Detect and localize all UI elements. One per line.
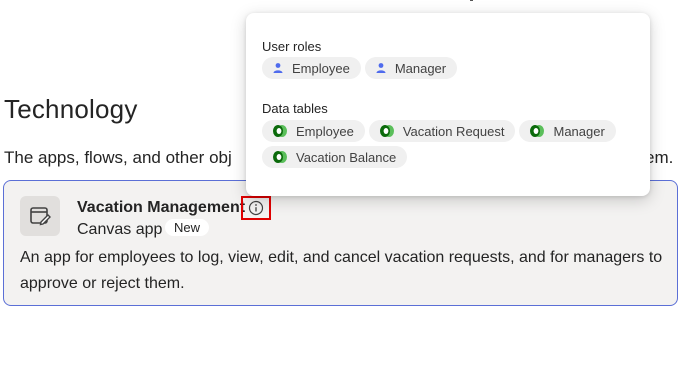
dataverse-icon	[273, 125, 287, 137]
app-card[interactable]: Vacation Management Canvas app New An ap…	[3, 180, 678, 306]
user-role-chip-employee[interactable]: Employee	[262, 57, 361, 79]
user-roles-heading: User roles	[262, 39, 322, 54]
person-icon	[376, 63, 386, 73]
dataverse-icon	[273, 151, 287, 163]
user-role-chip-manager[interactable]: Manager	[364, 57, 458, 79]
chip-label: Manager	[553, 123, 605, 139]
person-icon	[273, 63, 283, 73]
dataverse-icon	[379, 125, 394, 137]
dataverse-icon	[530, 125, 545, 137]
top-edge-mark	[470, 0, 473, 1]
section-title: Technology	[4, 94, 138, 124]
section-description-start: The apps, flows, and other obj	[4, 148, 232, 167]
app-name: Vacation Management	[77, 199, 246, 216]
chip-label: Vacation Request	[402, 123, 505, 139]
chip-label: Vacation Balance	[296, 149, 397, 165]
new-badge: New	[165, 219, 210, 236]
data-table-chip-vacation-request[interactable]: Vacation Request	[368, 120, 516, 142]
data-table-chip-manager[interactable]: Manager	[519, 120, 616, 142]
app-description: An app for employees to log, view, edit,…	[20, 249, 663, 292]
info-button[interactable]	[241, 196, 271, 220]
data-table-chip-vacation-balance[interactable]: Vacation Balance	[262, 146, 408, 168]
details-popover: User roles Employee Manager Data tables	[246, 13, 650, 196]
data-table-chip-employee[interactable]: Employee	[262, 120, 365, 142]
chip-label: Employee	[296, 123, 354, 139]
data-tables-row-2: Vacation Balance	[262, 146, 408, 168]
canvas-app-icon	[20, 196, 60, 236]
info-icon	[248, 200, 264, 216]
user-roles-list: Employee Manager	[262, 57, 458, 79]
app-type: Canvas app	[77, 221, 163, 238]
chip-label: Employee	[292, 60, 350, 76]
data-tables-heading: Data tables	[262, 101, 328, 116]
data-tables-row-1: Employee Vacation Request Manager	[262, 120, 616, 142]
chip-label: Manager	[394, 60, 447, 76]
